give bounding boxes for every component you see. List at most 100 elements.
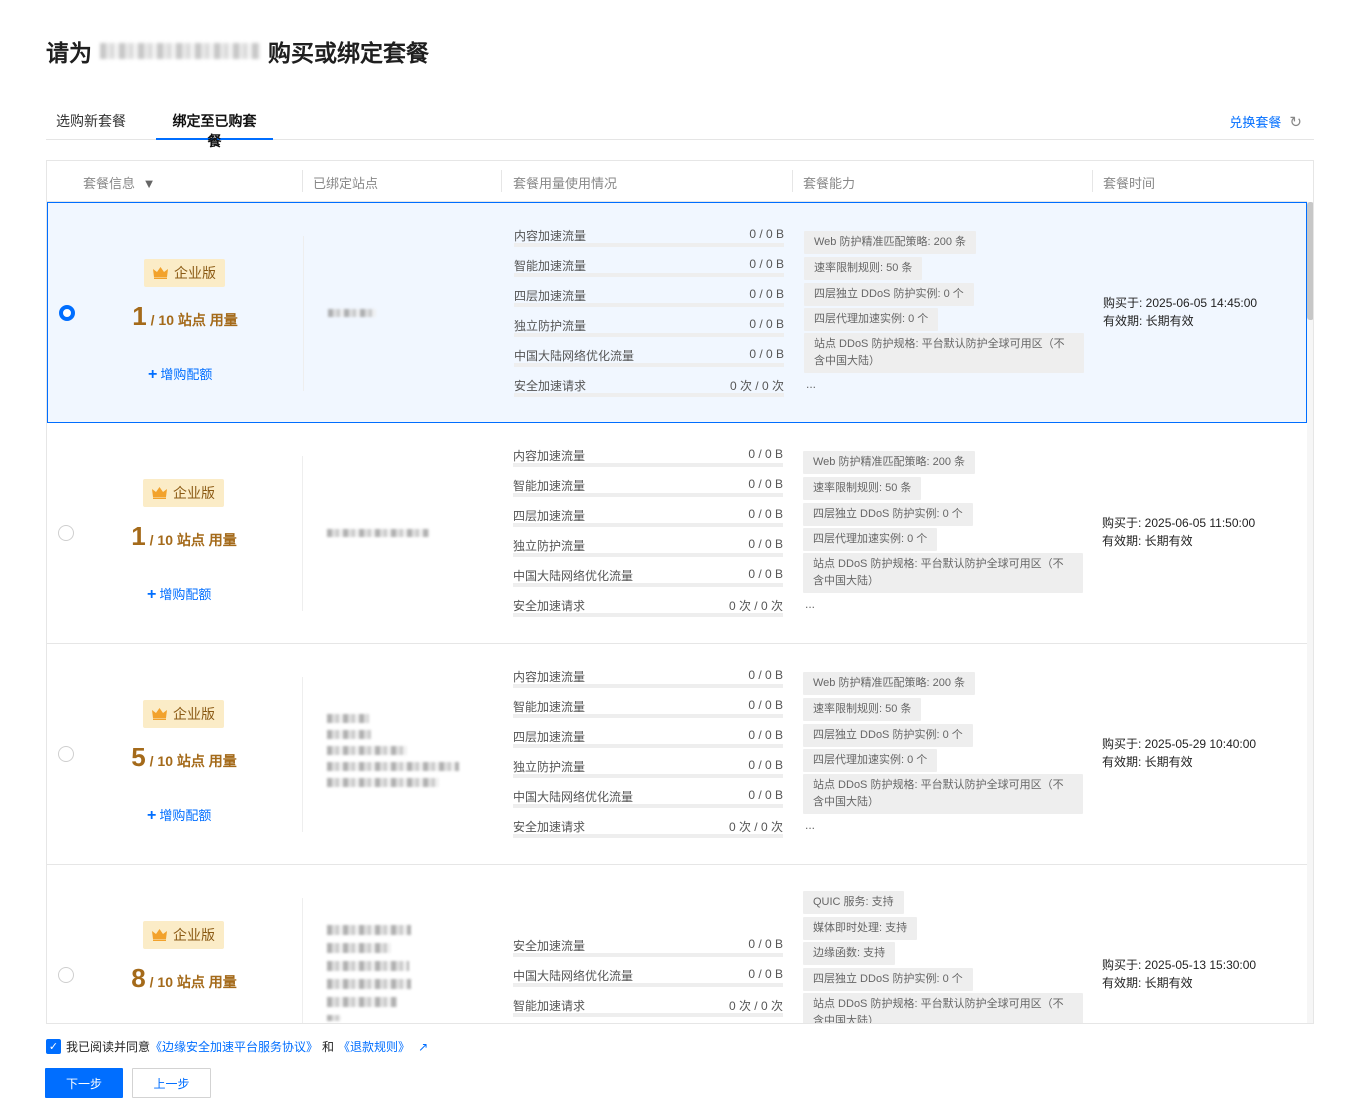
capability-tag: 站点 DDoS 防护规格: 平台默认防护全球可用区（不含中国大陆） — [803, 774, 1083, 814]
metric-bar — [513, 684, 783, 688]
header-divider — [792, 170, 793, 192]
metric-label: 智能加速流量 — [513, 700, 586, 714]
crown-icon — [152, 708, 167, 720]
usage-metric: 内容加速流量 0 / 0 B — [514, 221, 784, 251]
capability-tag: 四层代理加速实例: 0 个 — [803, 749, 938, 772]
metric-label: 安全加速流量 — [513, 939, 586, 953]
plan-time: 购买于: 2025-05-13 15:30:00 有效期: 长期有效 — [1102, 956, 1256, 992]
plan-time: 购买于: 2025-06-05 11:50:00 有效期: 长期有效 — [1102, 514, 1255, 550]
table-row[interactable]: 企业版 1/ 10 站点 用量 + 增购配额 内容加速流量 0 / 0 B 智能加速流量 0 … — [47, 202, 1307, 423]
prev-button[interactable]: 上一步 — [132, 1068, 211, 1098]
header-time: 套餐时间 — [1103, 176, 1156, 191]
capability-more[interactable]: ... — [805, 818, 815, 832]
metric-bar — [513, 583, 783, 587]
add-quota-label: 增购配额 — [159, 808, 212, 823]
metric-bar — [514, 363, 784, 367]
row-radio[interactable] — [58, 525, 74, 541]
row-radio[interactable] — [58, 967, 74, 983]
refresh-icon[interactable]: ↻ — [1289, 113, 1302, 131]
tab-buy-new[interactable]: 选购新套餐 — [46, 111, 136, 140]
add-quota-link[interactable]: + 增购配额 — [148, 364, 268, 384]
bound-site-redacted — [327, 762, 459, 771]
capability-tag: 媒体即时处理: 支持 — [803, 917, 918, 940]
site-usage: 8/ 10 站点 用量 — [99, 963, 269, 994]
metric-bar — [514, 393, 784, 397]
metric-value: 0 / 0 B — [748, 967, 783, 981]
metric-bar — [514, 273, 784, 277]
add-quota-link[interactable]: + 增购配额 — [147, 805, 267, 825]
header-usage: 套餐用量使用情况 — [513, 176, 618, 191]
metric-label: 四层加速流量 — [514, 289, 587, 303]
agree-prefix: 我已阅读并同意 — [66, 1040, 151, 1054]
service-agreement-link[interactable]: 《边缘安全加速平台服务协议》 — [150, 1038, 318, 1055]
metric-value: 0 / 0 B — [749, 287, 784, 301]
add-quota-label: 增购配额 — [159, 587, 212, 602]
usage-metric: 四层加速流量 0 / 0 B — [514, 281, 784, 311]
plan-table: 套餐信息 ▼ 已绑定站点 套餐用量使用情况 套餐能力 套餐时间 企业版 1/ 10… — [46, 160, 1314, 1024]
capability-tag: 四层独立 DDoS 防护实例: 0 个 — [804, 283, 974, 306]
plus-icon: + — [147, 586, 157, 603]
tab-bind-existing[interactable]: 绑定至已购套餐 — [156, 111, 273, 149]
bound-site-redacted — [327, 979, 411, 989]
metric-value: 0 次 / 0 次 — [728, 599, 783, 613]
add-quota-link[interactable]: + 增购配额 — [147, 584, 267, 604]
usage-used: 8 — [131, 963, 146, 993]
metric-label: 安全加速请求 — [514, 379, 587, 393]
metric-bar — [514, 303, 784, 307]
metric-bar — [513, 834, 783, 838]
scrollbar-thumb[interactable] — [1307, 202, 1313, 320]
tab-bar: 选购新套餐 绑定至已购套餐 兑换套餐 ↻ — [46, 100, 1314, 149]
next-button[interactable]: 下一步 — [45, 1068, 123, 1098]
metric-bar — [513, 983, 783, 987]
header-divider — [302, 170, 303, 192]
crown-icon — [153, 267, 168, 279]
add-quota-label: 增购配额 — [160, 367, 213, 382]
metric-label: 智能加速流量 — [513, 479, 586, 493]
usage-metric: 独立防护流量 0 / 0 B — [513, 531, 783, 561]
metric-value: 0 次 / 0 次 — [728, 999, 783, 1013]
metric-value: 0 / 0 B — [748, 788, 783, 802]
plus-icon: + — [147, 807, 157, 824]
usage-total: / 10 站点 用量 — [149, 753, 237, 769]
table-row[interactable]: 企业版 5/ 10 站点 用量 + 增购配额 内容加速流量 0 / 0 B 智能加速流量 0 … — [47, 644, 1307, 865]
metric-value: 0 次 / 0 次 — [729, 379, 784, 393]
capability-tag: 边缘函数: 支持 — [803, 942, 896, 965]
metric-bar — [513, 714, 783, 718]
metric-label: 安全加速请求 — [513, 820, 586, 834]
table-scrollbar[interactable] — [1307, 202, 1313, 1023]
capability-more[interactable]: ... — [806, 377, 816, 391]
usage-metric: 安全加速请求 0 次 / 0 次 — [513, 812, 783, 842]
edition-badge: 企业版 — [143, 700, 224, 728]
purchase-time: 购买于: 2025-05-13 15:30:00 — [1102, 958, 1257, 972]
column-divider — [302, 456, 303, 611]
agreement: ✓ 我已阅读并同意 《边缘安全加速平台服务协议》 和 《退款规则》 ↗ — [46, 1038, 428, 1055]
bound-site-redacted — [327, 746, 407, 755]
row-radio[interactable] — [59, 305, 75, 321]
metric-value: 0 / 0 B — [749, 347, 784, 361]
header-plan-info[interactable]: 套餐信息 ▼ — [83, 173, 156, 192]
metric-value: 0 / 0 B — [748, 537, 783, 551]
metric-label: 独立防护流量 — [514, 319, 587, 333]
agree-checkbox[interactable]: ✓ — [46, 1039, 61, 1054]
usage-metric: 安全加速请求 0 次 / 0 次 — [513, 591, 783, 621]
validity: 有效期: 长期有效 — [1102, 534, 1193, 548]
usage-used: 5 — [131, 742, 146, 772]
bound-site-redacted — [327, 997, 397, 1007]
capability-more[interactable]: ... — [805, 597, 815, 611]
metric-value: 0 / 0 B — [748, 567, 783, 581]
header-capability: 套餐能力 — [803, 176, 856, 191]
refund-rules-link[interactable]: 《退款规则》 — [338, 1038, 410, 1055]
usage-used: 1 — [132, 301, 147, 331]
redeem-plan-link[interactable]: 兑换套餐 ↻ — [1229, 112, 1302, 131]
page-title: 请为 购买或绑定套餐 — [46, 34, 429, 68]
table-row[interactable]: 企业版 1/ 10 站点 用量 + 增购配额 内容加速流量 0 / 0 B 智能加速流量 0 … — [47, 423, 1307, 644]
row-radio[interactable] — [58, 746, 74, 762]
metric-label: 中国大陆网络优化流量 — [513, 569, 634, 583]
metric-label: 智能加速请求 — [513, 999, 586, 1013]
filter-icon[interactable]: ▼ — [143, 176, 156, 191]
metric-bar — [513, 774, 783, 778]
capability-tag: 四层独立 DDoS 防护实例: 0 个 — [803, 503, 973, 526]
usage-metric: 智能加速流量 0 / 0 B — [513, 471, 783, 501]
table-row[interactable]: 企业版8/ 10 站点 用量+增购配额安全加速流量0 / 0 B中国大陆网络优化… — [47, 865, 1307, 1023]
external-link-icon[interactable]: ↗ — [418, 1040, 428, 1054]
